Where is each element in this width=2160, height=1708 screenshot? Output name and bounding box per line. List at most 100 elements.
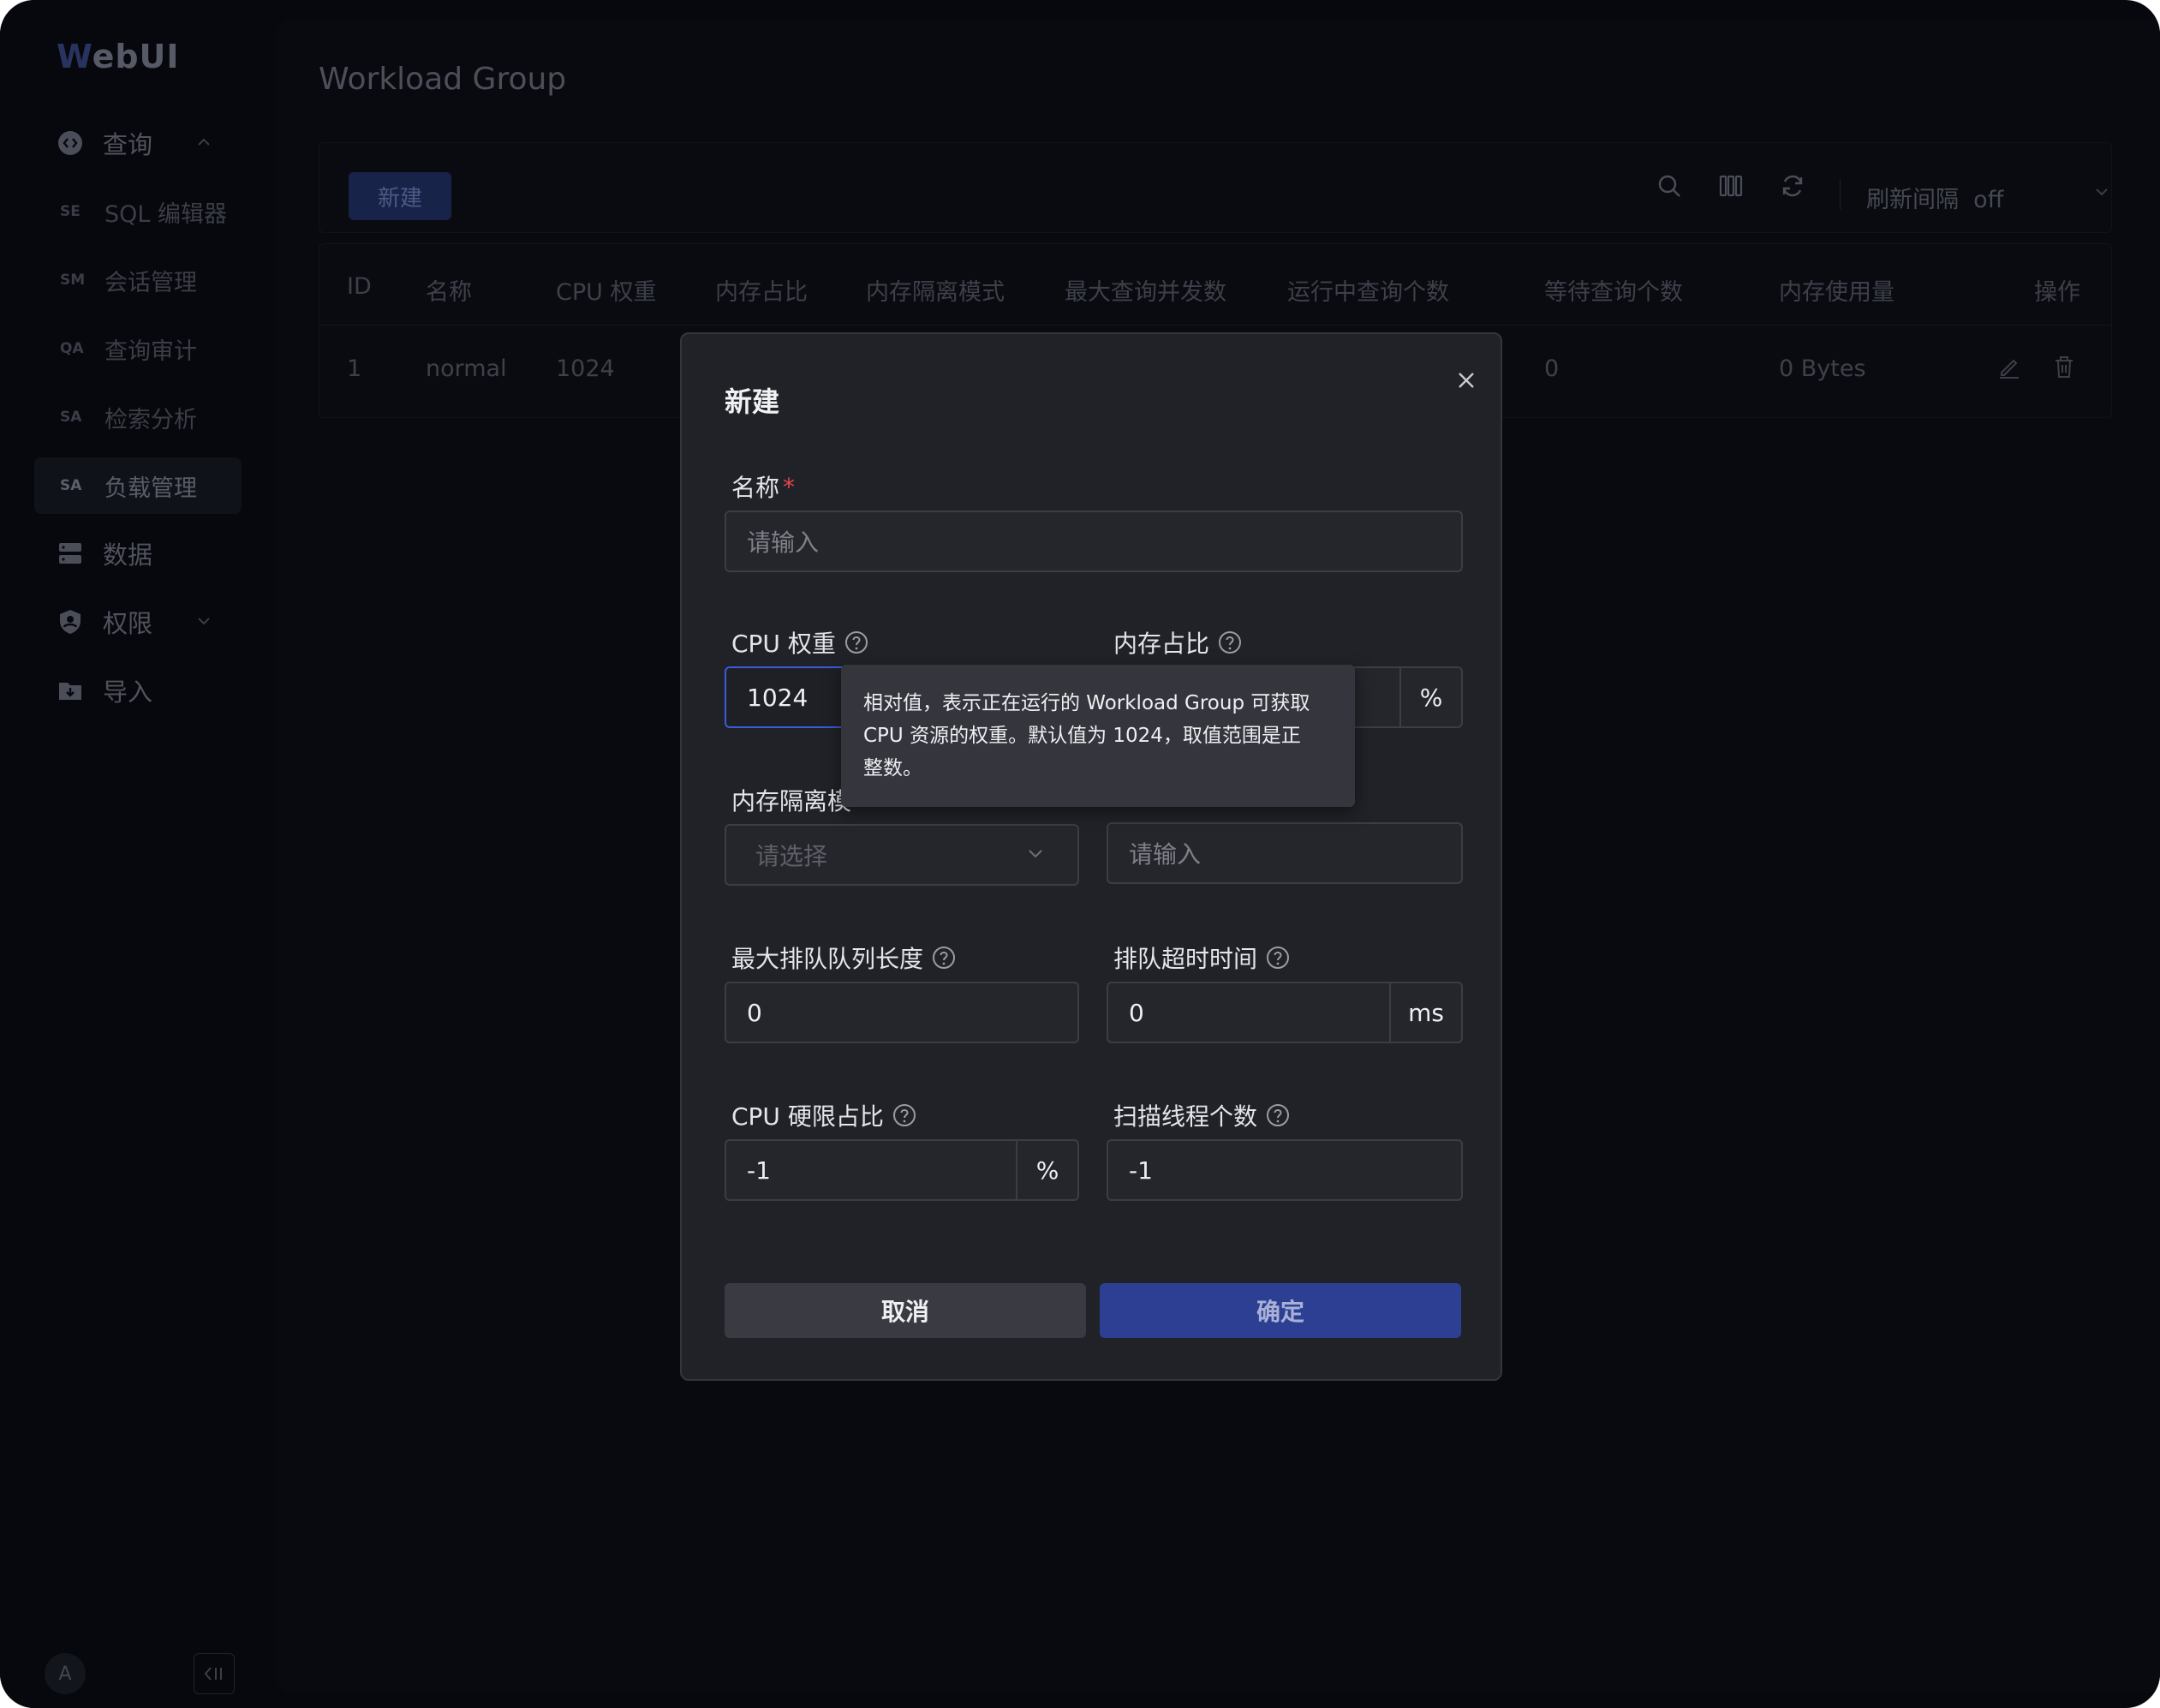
refresh-interval-label: 刷新间隔 <box>1866 187 1959 213</box>
help-icon[interactable] <box>1266 1103 1290 1127</box>
memory-isolation-label: 内存隔离模 <box>731 787 852 815</box>
column-header: 内存隔离模式 <box>866 279 1005 306</box>
sidebar-item-search-analysis[interactable]: SA 检索分析 <box>34 389 242 445</box>
database-icon <box>57 540 84 567</box>
sidebar-item-label: 会话管理 <box>104 269 197 296</box>
help-icon[interactable] <box>844 630 868 654</box>
cpu-weight-label: CPU 权重 <box>731 625 868 660</box>
chevron-down-icon[interactable] <box>195 612 212 633</box>
cpu-hard-limit-value: -1 <box>747 1156 771 1185</box>
create-dialog: 新建 名称 * 请输入 CPU 权重 1024 内存占比 % 内存隔离模 请选择 … <box>680 332 1502 1381</box>
sidebar-item-session[interactable]: SM 会话管理 <box>34 252 242 308</box>
columns-icon[interactable] <box>1717 172 1745 200</box>
help-icon[interactable] <box>1266 946 1290 970</box>
required-mark: * <box>783 472 796 501</box>
edit-icon[interactable] <box>1996 354 2024 381</box>
column-header: 名称 <box>426 279 472 306</box>
memory-isolation-select[interactable]: 请选择 <box>725 824 1079 886</box>
memory-percent-label: 内存占比 <box>1113 625 1242 660</box>
toolbar: 新建 刷新间隔 off <box>319 142 2112 233</box>
refresh-interval-select[interactable]: 刷新间隔 off <box>1866 181 2003 214</box>
sidebar-item-label: 负载管理 <box>104 475 197 502</box>
sidebar-item-label: 数据 <box>103 540 153 570</box>
column-header: 等待查询个数 <box>1544 279 1683 306</box>
help-icon[interactable] <box>1218 630 1242 654</box>
dialog-title: 新建 <box>725 385 780 418</box>
search-icon[interactable] <box>1656 172 1683 200</box>
cell-cpu: 1024 <box>556 355 615 382</box>
percent-addon: % <box>1399 668 1461 726</box>
toolbar-divider <box>1840 179 1841 210</box>
cpu-hard-limit-input[interactable]: -1 % <box>725 1139 1079 1201</box>
cpu-hard-limit-label: CPU 硬限占比 <box>731 1098 916 1132</box>
queue-timeout-label: 排队超时时间 <box>1113 941 1290 975</box>
max-queue-label: 最大排队队列长度 <box>731 941 956 975</box>
confirm-button[interactable]: 确定 <box>1100 1283 1461 1338</box>
sidebar-item-permission[interactable]: 权限 <box>34 594 242 650</box>
tooltip-line: CPU 资源的权重。默认值为 1024，取值范围是正 <box>863 725 1301 747</box>
select-placeholder: 请选择 <box>755 842 828 870</box>
help-icon[interactable] <box>932 946 956 970</box>
percent-addon: % <box>1016 1141 1077 1199</box>
name-input[interactable]: 请输入 <box>725 511 1463 572</box>
page-title: Workload Group <box>319 62 567 97</box>
close-icon[interactable] <box>1449 363 1483 397</box>
sidebar-item-workload[interactable]: SA 负载管理 <box>34 457 242 514</box>
cell-waiting: 0 <box>1544 355 1560 382</box>
sidebar-item-abbr: SA <box>60 477 82 494</box>
sidebar-item-abbr: SA <box>60 409 82 426</box>
cell-id: 1 <box>347 355 362 382</box>
sidebar-item-label: SQL 编辑器 <box>104 200 228 228</box>
sidebar-item-abbr: SM <box>60 272 86 289</box>
cancel-button[interactable]: 取消 <box>725 1283 1086 1338</box>
memory-limit-input[interactable]: 请输入 <box>1107 822 1463 884</box>
chevron-down-icon <box>1024 843 1047 871</box>
column-header: 运行中查询个数 <box>1287 279 1449 306</box>
sidebar-item-import[interactable]: 导入 <box>34 662 242 719</box>
queue-timeout-value: 0 <box>1129 998 1144 1027</box>
app-window: WebUI 查询 SE SQL 编辑器 SM 会话管理 QA 查询审计 SA 检… <box>0 0 2160 1708</box>
tooltip-line: 整数。 <box>863 757 922 779</box>
shield-user-icon <box>57 608 84 636</box>
sidebar-item-label: 导入 <box>103 678 153 707</box>
cpu-weight-tooltip: 相对值，表示正在运行的 Workload Group 可获取 CPU 资源的权重… <box>841 665 1355 807</box>
sidebar-item-label: 检索分析 <box>104 406 197 433</box>
ms-addon: ms <box>1389 983 1461 1042</box>
avatar[interactable]: A <box>45 1653 86 1694</box>
collapse-icon <box>204 1667 222 1681</box>
sidebar: WebUI 查询 SE SQL 编辑器 SM 会话管理 QA 查询审计 SA 检… <box>0 0 276 1708</box>
chevron-up-icon[interactable] <box>195 134 212 154</box>
scan-threads-input[interactable]: -1 <box>1107 1139 1463 1201</box>
app-logo: WebUI <box>57 38 180 75</box>
queue-timeout-input[interactable]: 0 ms <box>1107 982 1463 1043</box>
sidebar-item-data[interactable]: 数据 <box>34 525 242 582</box>
max-queue-input[interactable]: 0 <box>725 982 1079 1043</box>
folder-import-icon <box>57 677 84 704</box>
column-header: ID <box>347 273 372 300</box>
code-bubble-icon <box>57 129 84 157</box>
refresh-interval-value: off <box>1973 187 2004 213</box>
scan-threads-label: 扫描线程个数 <box>1113 1098 1290 1132</box>
sidebar-item-abbr: QA <box>60 340 84 357</box>
cell-name: normal <box>426 355 507 382</box>
sidebar-collapse-button[interactable] <box>194 1653 235 1694</box>
sidebar-item-label: 查询审计 <box>104 337 197 365</box>
help-icon[interactable] <box>892 1103 916 1127</box>
sidebar-item-sql-editor[interactable]: SE SQL 编辑器 <box>34 183 242 240</box>
new-button[interactable]: 新建 <box>349 172 451 220</box>
column-header: 最大查询并发数 <box>1065 279 1226 306</box>
cell-memory: 0 Bytes <box>1779 355 1866 382</box>
tooltip-line: 相对值，表示正在运行的 Workload Group 可获取 <box>863 692 1310 714</box>
chevron-down-icon[interactable] <box>2092 182 2111 205</box>
name-label: 名称 * <box>731 472 796 503</box>
sidebar-item-label: 查询 <box>103 130 153 159</box>
sidebar-item-query[interactable]: 查询 <box>34 115 242 171</box>
column-header: 内存使用量 <box>1779 279 1894 306</box>
column-header: 内存占比 <box>715 279 808 306</box>
column-header: 操作 <box>2034 279 2080 306</box>
refresh-icon[interactable] <box>1779 172 1806 200</box>
delete-icon[interactable] <box>2051 354 2079 381</box>
sidebar-item-label: 权限 <box>103 609 153 638</box>
sidebar-item-audit[interactable]: QA 查询审计 <box>34 320 242 377</box>
sidebar-item-abbr: SE <box>60 203 81 220</box>
